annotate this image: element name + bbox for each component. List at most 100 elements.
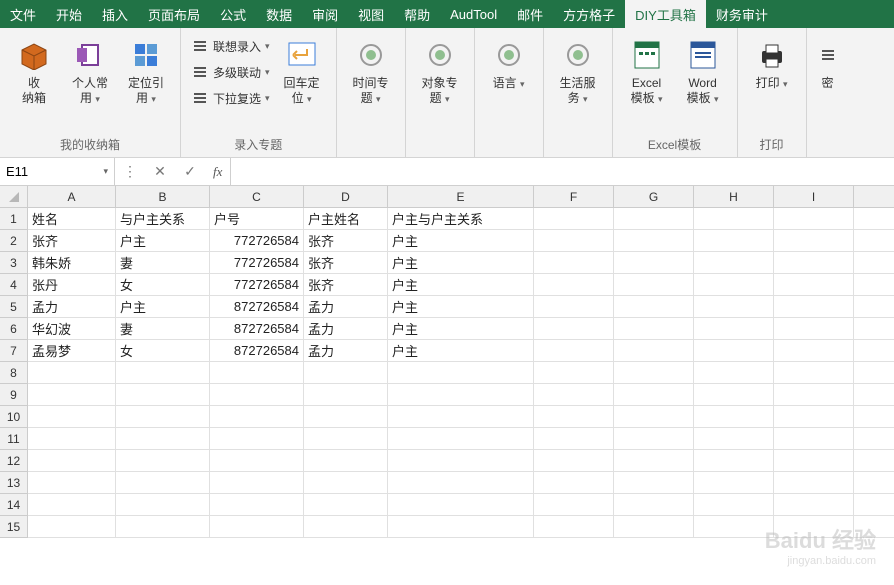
cell[interactable] bbox=[116, 384, 210, 406]
cell[interactable] bbox=[116, 516, 210, 538]
cell[interactable]: 户主 bbox=[388, 296, 534, 318]
ribbon-button[interactable]: 个人常用 ▾ bbox=[62, 32, 118, 111]
cell[interactable] bbox=[694, 450, 774, 472]
cell[interactable] bbox=[388, 516, 534, 538]
cell[interactable] bbox=[694, 252, 774, 274]
cell[interactable] bbox=[116, 406, 210, 428]
cell[interactable] bbox=[210, 428, 304, 450]
cell[interactable] bbox=[28, 450, 116, 472]
cell[interactable] bbox=[694, 230, 774, 252]
cell[interactable]: 妻 bbox=[116, 252, 210, 274]
menu-tab-9[interactable]: AudTool bbox=[440, 0, 507, 28]
cell[interactable]: 张丹 bbox=[28, 274, 116, 296]
cell[interactable]: 孟力 bbox=[28, 296, 116, 318]
cell[interactable] bbox=[534, 318, 614, 340]
name-box-input[interactable] bbox=[6, 164, 76, 179]
cell[interactable] bbox=[854, 428, 894, 450]
cell[interactable] bbox=[854, 274, 894, 296]
menu-tab-7[interactable]: 视图 bbox=[348, 0, 394, 28]
column-header[interactable] bbox=[854, 186, 894, 208]
cell[interactable] bbox=[534, 428, 614, 450]
cell[interactable] bbox=[854, 494, 894, 516]
cell[interactable]: 户主姓名 bbox=[304, 208, 388, 230]
cell[interactable] bbox=[774, 450, 854, 472]
ribbon-button[interactable]: 对象专题 ▾ bbox=[412, 32, 468, 111]
row-header[interactable]: 2 bbox=[0, 230, 28, 252]
cell[interactable] bbox=[774, 384, 854, 406]
name-box[interactable]: ▾ bbox=[0, 158, 115, 185]
cell[interactable] bbox=[614, 406, 694, 428]
row-header[interactable]: 14 bbox=[0, 494, 28, 516]
cell[interactable] bbox=[854, 340, 894, 362]
cell[interactable] bbox=[614, 472, 694, 494]
cell[interactable] bbox=[694, 472, 774, 494]
cell[interactable]: 女 bbox=[116, 274, 210, 296]
formula-dropdown-icon[interactable]: ⋮ bbox=[115, 163, 145, 180]
cell[interactable] bbox=[694, 362, 774, 384]
row-header[interactable]: 7 bbox=[0, 340, 28, 362]
cell[interactable] bbox=[854, 252, 894, 274]
cancel-icon[interactable]: ✕ bbox=[145, 163, 175, 180]
menu-tab-2[interactable]: 插入 bbox=[92, 0, 138, 28]
cell[interactable] bbox=[774, 318, 854, 340]
formula-input[interactable] bbox=[231, 158, 894, 185]
cell[interactable] bbox=[774, 274, 854, 296]
cell[interactable] bbox=[28, 494, 116, 516]
row-header[interactable]: 9 bbox=[0, 384, 28, 406]
cell[interactable] bbox=[304, 406, 388, 428]
row-header[interactable]: 6 bbox=[0, 318, 28, 340]
row-header[interactable]: 8 bbox=[0, 362, 28, 384]
cell[interactable] bbox=[388, 406, 534, 428]
cell[interactable] bbox=[210, 406, 304, 428]
cell[interactable] bbox=[854, 472, 894, 494]
cell[interactable]: 户号 bbox=[210, 208, 304, 230]
cell[interactable] bbox=[388, 494, 534, 516]
cell[interactable] bbox=[614, 274, 694, 296]
cell[interactable] bbox=[304, 450, 388, 472]
row-header[interactable]: 15 bbox=[0, 516, 28, 538]
cell[interactable]: 韩朱娇 bbox=[28, 252, 116, 274]
cell[interactable] bbox=[774, 340, 854, 362]
cell[interactable] bbox=[210, 472, 304, 494]
cell[interactable]: 户主与户主关系 bbox=[388, 208, 534, 230]
ribbon-button[interactable]: 收纳箱 bbox=[6, 32, 62, 110]
cell[interactable]: 户主 bbox=[388, 340, 534, 362]
cell[interactable] bbox=[854, 384, 894, 406]
cell[interactable] bbox=[116, 450, 210, 472]
row-header[interactable]: 4 bbox=[0, 274, 28, 296]
ribbon-button[interactable]: 回车定位 ▾ bbox=[274, 32, 330, 111]
cell[interactable] bbox=[28, 384, 116, 406]
cell[interactable] bbox=[534, 362, 614, 384]
cell[interactable] bbox=[854, 296, 894, 318]
cell[interactable] bbox=[694, 406, 774, 428]
menu-tab-1[interactable]: 开始 bbox=[46, 0, 92, 28]
menu-tab-5[interactable]: 数据 bbox=[256, 0, 302, 28]
row-header[interactable]: 3 bbox=[0, 252, 28, 274]
cell[interactable] bbox=[774, 230, 854, 252]
menu-tab-10[interactable]: 邮件 bbox=[507, 0, 553, 28]
cell[interactable]: 张齐 bbox=[304, 252, 388, 274]
cell[interactable]: 872726584 bbox=[210, 296, 304, 318]
cell[interactable] bbox=[534, 494, 614, 516]
cell[interactable] bbox=[210, 450, 304, 472]
cell[interactable] bbox=[534, 274, 614, 296]
cell[interactable] bbox=[854, 230, 894, 252]
cell[interactable]: 张齐 bbox=[304, 230, 388, 252]
cell[interactable] bbox=[304, 428, 388, 450]
menu-tab-0[interactable]: 文件 bbox=[0, 0, 46, 28]
cell[interactable] bbox=[28, 516, 116, 538]
spreadsheet-grid[interactable]: 123456789101112131415 ABCDEFGHI 姓名与户主关系户… bbox=[0, 186, 894, 585]
cell[interactable] bbox=[534, 340, 614, 362]
cell[interactable] bbox=[614, 494, 694, 516]
cell[interactable] bbox=[388, 472, 534, 494]
cell[interactable] bbox=[534, 384, 614, 406]
column-header[interactable]: D bbox=[304, 186, 388, 208]
cell[interactable]: 户主 bbox=[388, 230, 534, 252]
cell[interactable] bbox=[534, 208, 614, 230]
cell[interactable] bbox=[694, 516, 774, 538]
cell[interactable] bbox=[210, 362, 304, 384]
cell[interactable] bbox=[116, 362, 210, 384]
cell[interactable] bbox=[774, 406, 854, 428]
chevron-down-icon[interactable]: ▾ bbox=[103, 166, 108, 177]
cell[interactable] bbox=[304, 472, 388, 494]
